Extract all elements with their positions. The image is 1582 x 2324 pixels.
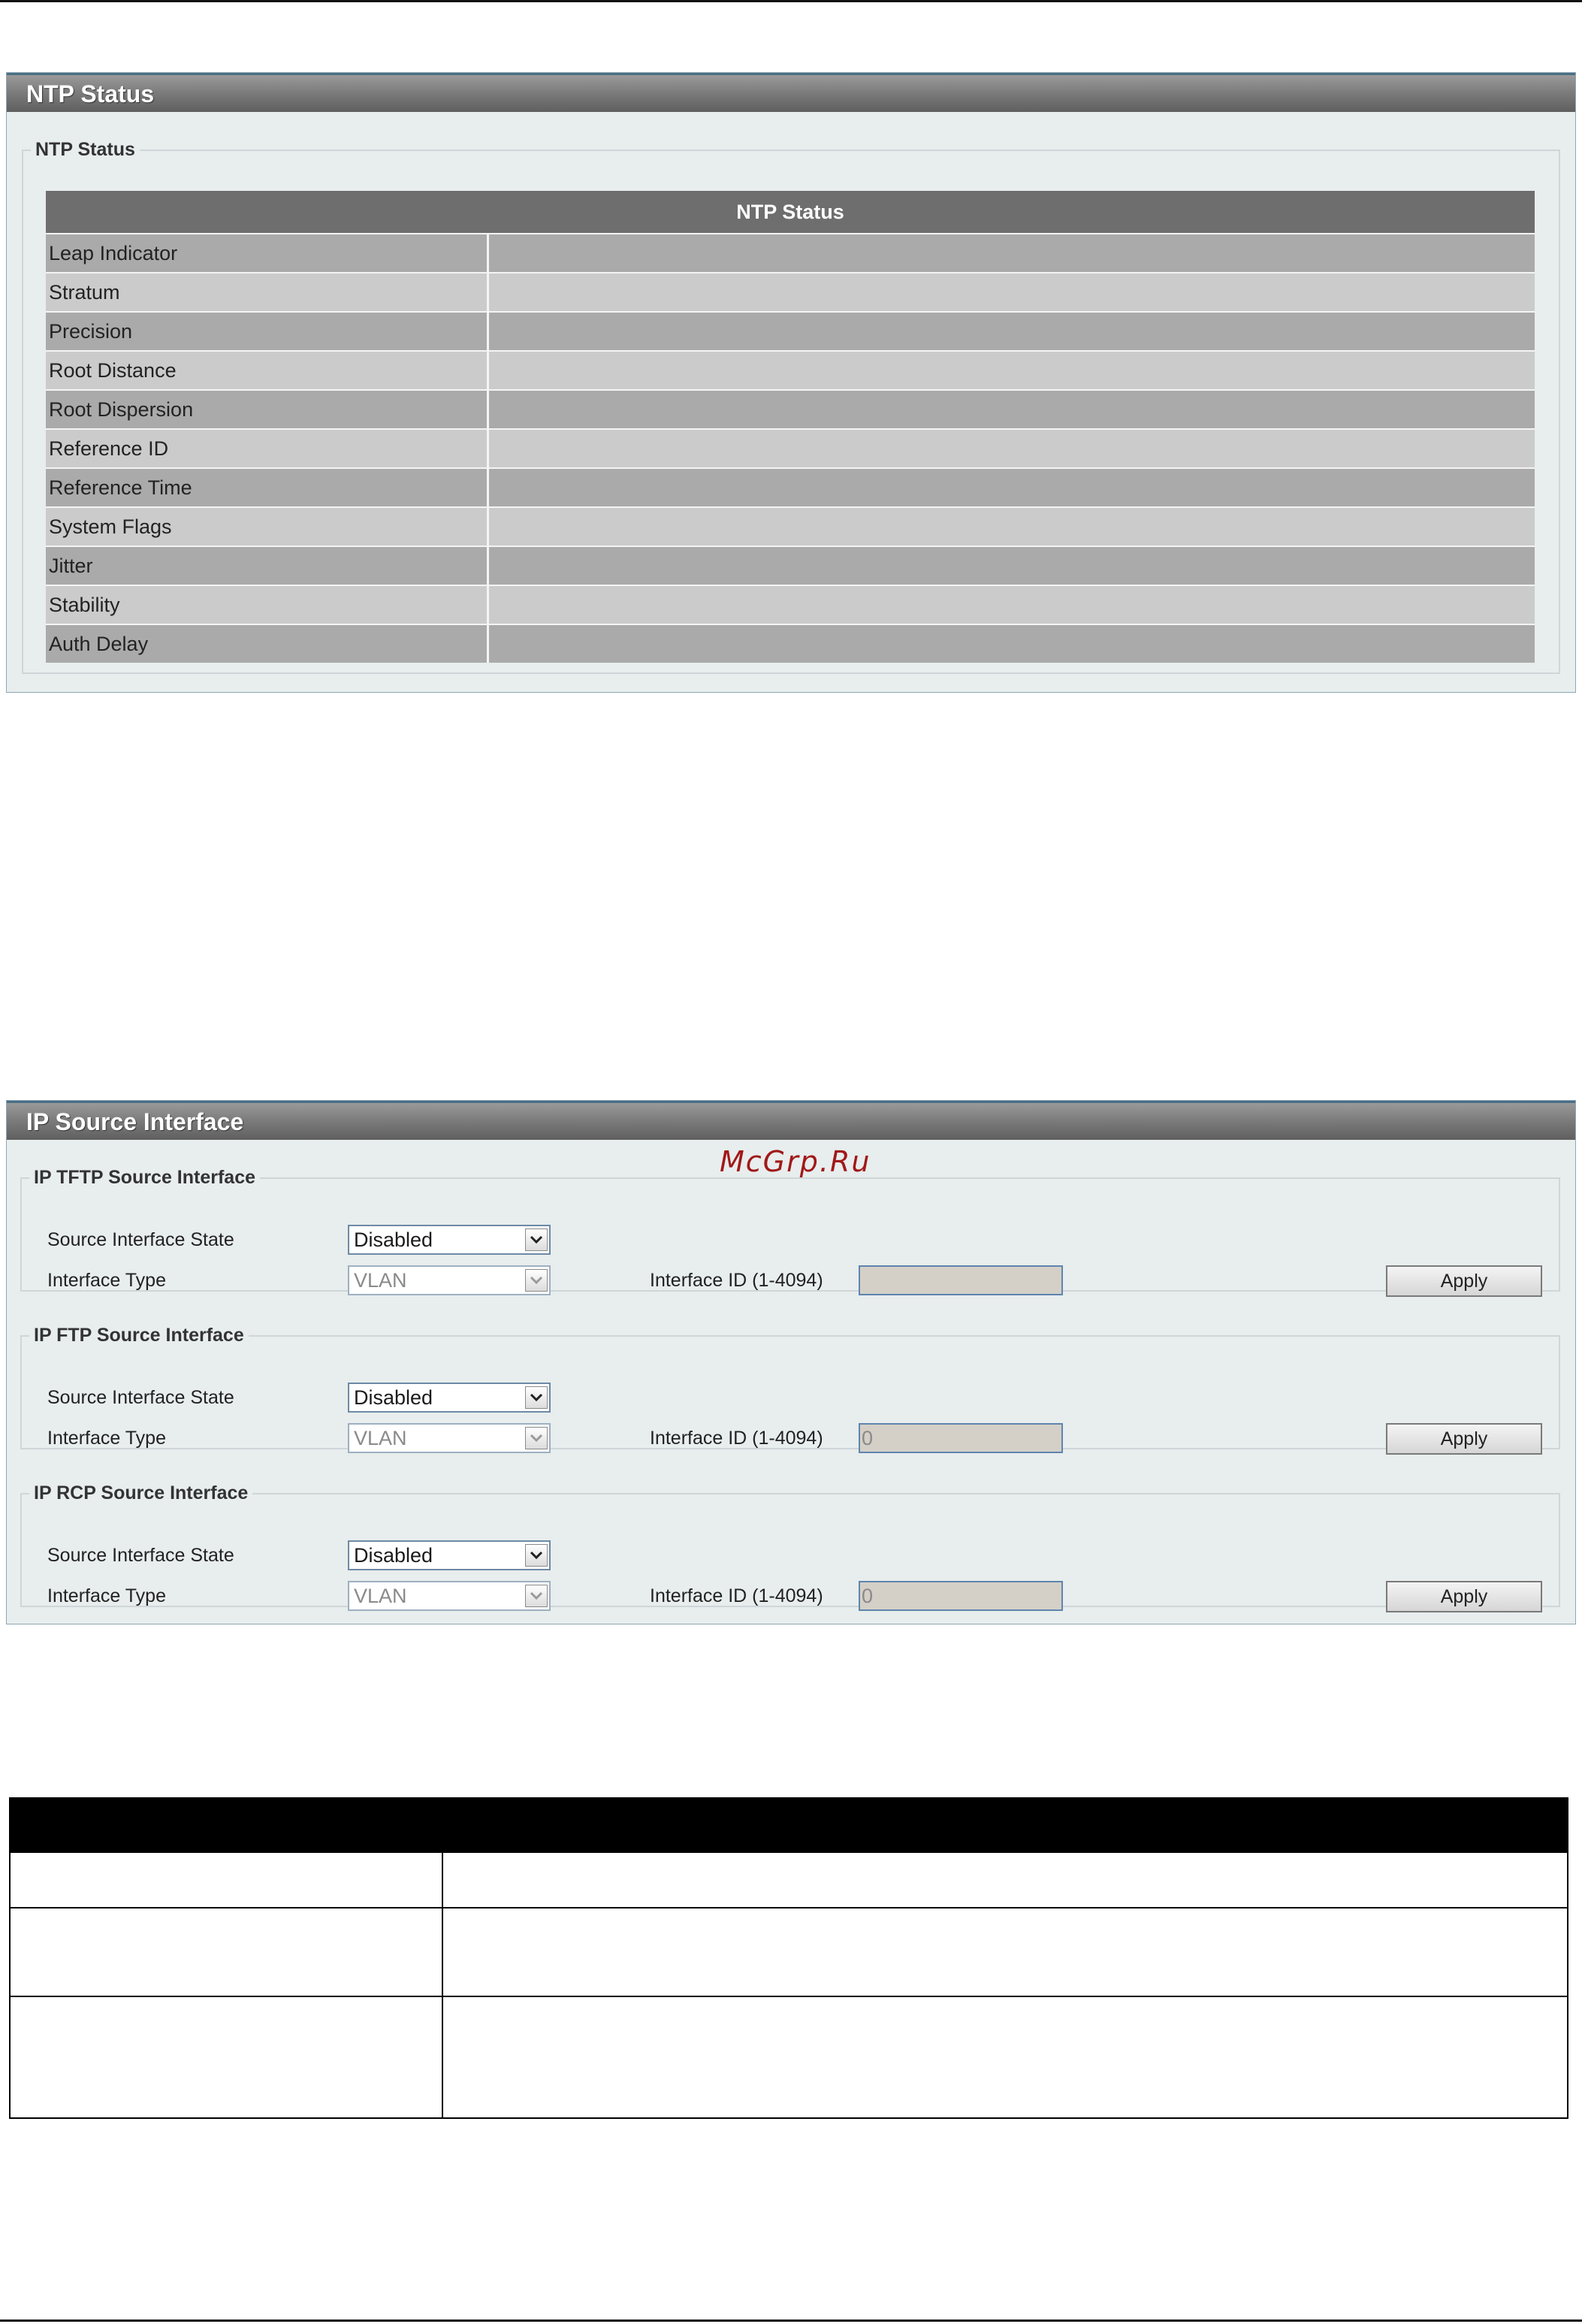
apply-button[interactable]: Apply — [1386, 1581, 1542, 1612]
ntp-status-panel: NTP Status NTP Status NTP Status Leap In… — [6, 72, 1576, 693]
table-row: Root Dispersion — [46, 389, 1535, 428]
row-value — [489, 391, 1535, 428]
fieldset-legend: NTP Status — [35, 139, 135, 160]
select-value: Disabled — [354, 1386, 433, 1409]
source-interface-state-label: Source Interface State — [47, 1229, 234, 1250]
watermark: McGrp.Ru — [720, 1145, 871, 1178]
interface-type-label: Interface Type — [47, 1270, 166, 1291]
row-value — [489, 234, 1535, 272]
interface-type-label: Interface Type — [47, 1428, 166, 1449]
select-value: VLAN — [354, 1585, 407, 1607]
row-value — [489, 430, 1535, 467]
table-row: Leap Indicator — [46, 233, 1535, 272]
interface-type-select[interactable]: VLAN — [348, 1265, 551, 1295]
table-row: Jitter — [46, 545, 1535, 585]
row-label: Precision — [46, 313, 489, 350]
table-cell — [11, 1908, 443, 1996]
panel-title: NTP Status — [7, 73, 1575, 112]
fieldset-legend: IP RCP Source Interface — [34, 1482, 249, 1503]
row-label: Stratum — [46, 274, 489, 311]
table-cell — [443, 1997, 1567, 2117]
fieldset-legend: IP FTP Source Interface — [34, 1325, 244, 1346]
row-label: Reference ID — [46, 430, 489, 467]
row-label: Jitter — [46, 547, 489, 585]
table-cell — [11, 1997, 443, 2117]
select-value: VLAN — [354, 1269, 407, 1292]
table-row: Stratum — [46, 272, 1535, 311]
table-cell — [443, 1853, 1567, 1907]
chevron-down-icon[interactable] — [525, 1585, 548, 1607]
chevron-down-icon[interactable] — [525, 1386, 548, 1409]
select-value: Disabled — [354, 1228, 433, 1251]
row-value — [489, 625, 1535, 663]
chevron-down-icon[interactable] — [525, 1427, 548, 1449]
table-row — [11, 1996, 1567, 2117]
table-row — [11, 1851, 1567, 1907]
table-row: Stability — [46, 585, 1535, 624]
chevron-down-icon[interactable] — [525, 1269, 548, 1292]
tftp-source-fieldset: IP TFTP Source Interface Source Interfac… — [20, 1167, 1560, 1297]
source-interface-state-select[interactable]: Disabled — [348, 1225, 551, 1255]
row-label: Root Distance — [46, 352, 489, 389]
ftp-source-fieldset: IP FTP Source Interface Source Interface… — [20, 1325, 1560, 1455]
table-row — [11, 1907, 1567, 1996]
row-value — [489, 586, 1535, 624]
table-header: NTP Status — [46, 191, 1535, 233]
interface-id-label: Interface ID (1-4094) — [650, 1270, 823, 1291]
row-value — [489, 313, 1535, 350]
interface-id-input[interactable]: 0 — [859, 1581, 1063, 1611]
source-interface-state-select[interactable]: Disabled — [348, 1383, 551, 1413]
table-row: Reference Time — [46, 467, 1535, 506]
description-table — [9, 1797, 1568, 2119]
row-value — [489, 547, 1535, 585]
table-header — [11, 1799, 1567, 1851]
row-label: Auth Delay — [46, 625, 489, 663]
table-row: System Flags — [46, 506, 1535, 545]
source-interface-state-label: Source Interface State — [47, 1387, 234, 1408]
table-row: Root Distance — [46, 350, 1535, 389]
ntp-status-table: NTP Status Leap Indicator Stratum Precis… — [46, 191, 1535, 663]
interface-id-label: Interface ID (1-4094) — [650, 1428, 823, 1449]
row-label: System Flags — [46, 508, 489, 545]
apply-button[interactable]: Apply — [1386, 1265, 1542, 1297]
interface-type-select[interactable]: VLAN — [348, 1581, 551, 1611]
source-interface-state-select[interactable]: Disabled — [348, 1540, 551, 1570]
apply-button[interactable]: Apply — [1386, 1423, 1542, 1455]
panel-title: IP Source Interface — [7, 1101, 1575, 1140]
row-label: Root Dispersion — [46, 391, 489, 428]
table-row: Reference ID — [46, 428, 1535, 467]
interface-id-input[interactable]: 0 — [859, 1423, 1063, 1453]
table-row: Precision — [46, 311, 1535, 350]
row-value — [489, 508, 1535, 545]
row-label: Reference Time — [46, 469, 489, 506]
fieldset-legend: IP TFTP Source Interface — [34, 1167, 256, 1188]
row-value — [489, 352, 1535, 389]
page-bottom-rule — [0, 2319, 1582, 2322]
row-value — [489, 469, 1535, 506]
page-top-rule — [0, 0, 1582, 2]
table-row: Auth Delay — [46, 624, 1535, 663]
chevron-down-icon[interactable] — [525, 1544, 548, 1567]
source-interface-state-label: Source Interface State — [47, 1545, 234, 1566]
table-cell — [443, 1908, 1567, 1996]
ntp-status-fieldset: NTP Status NTP Status Leap Indicator Str… — [22, 139, 1560, 674]
interface-id-label: Interface ID (1-4094) — [650, 1585, 823, 1606]
rcp-source-fieldset: IP RCP Source Interface Source Interface… — [20, 1482, 1560, 1612]
row-value — [489, 274, 1535, 311]
ip-source-interface-panel: IP Source Interface IP TFTP Source Inter… — [6, 1100, 1576, 1624]
row-label: Leap Indicator — [46, 234, 489, 272]
interface-type-select[interactable]: VLAN — [348, 1423, 551, 1453]
chevron-down-icon[interactable] — [525, 1228, 548, 1251]
interface-type-label: Interface Type — [47, 1585, 166, 1606]
select-value: Disabled — [354, 1544, 433, 1567]
select-value: VLAN — [354, 1427, 407, 1449]
row-label: Stability — [46, 586, 489, 624]
interface-id-input[interactable] — [859, 1265, 1063, 1295]
table-cell — [11, 1853, 443, 1907]
